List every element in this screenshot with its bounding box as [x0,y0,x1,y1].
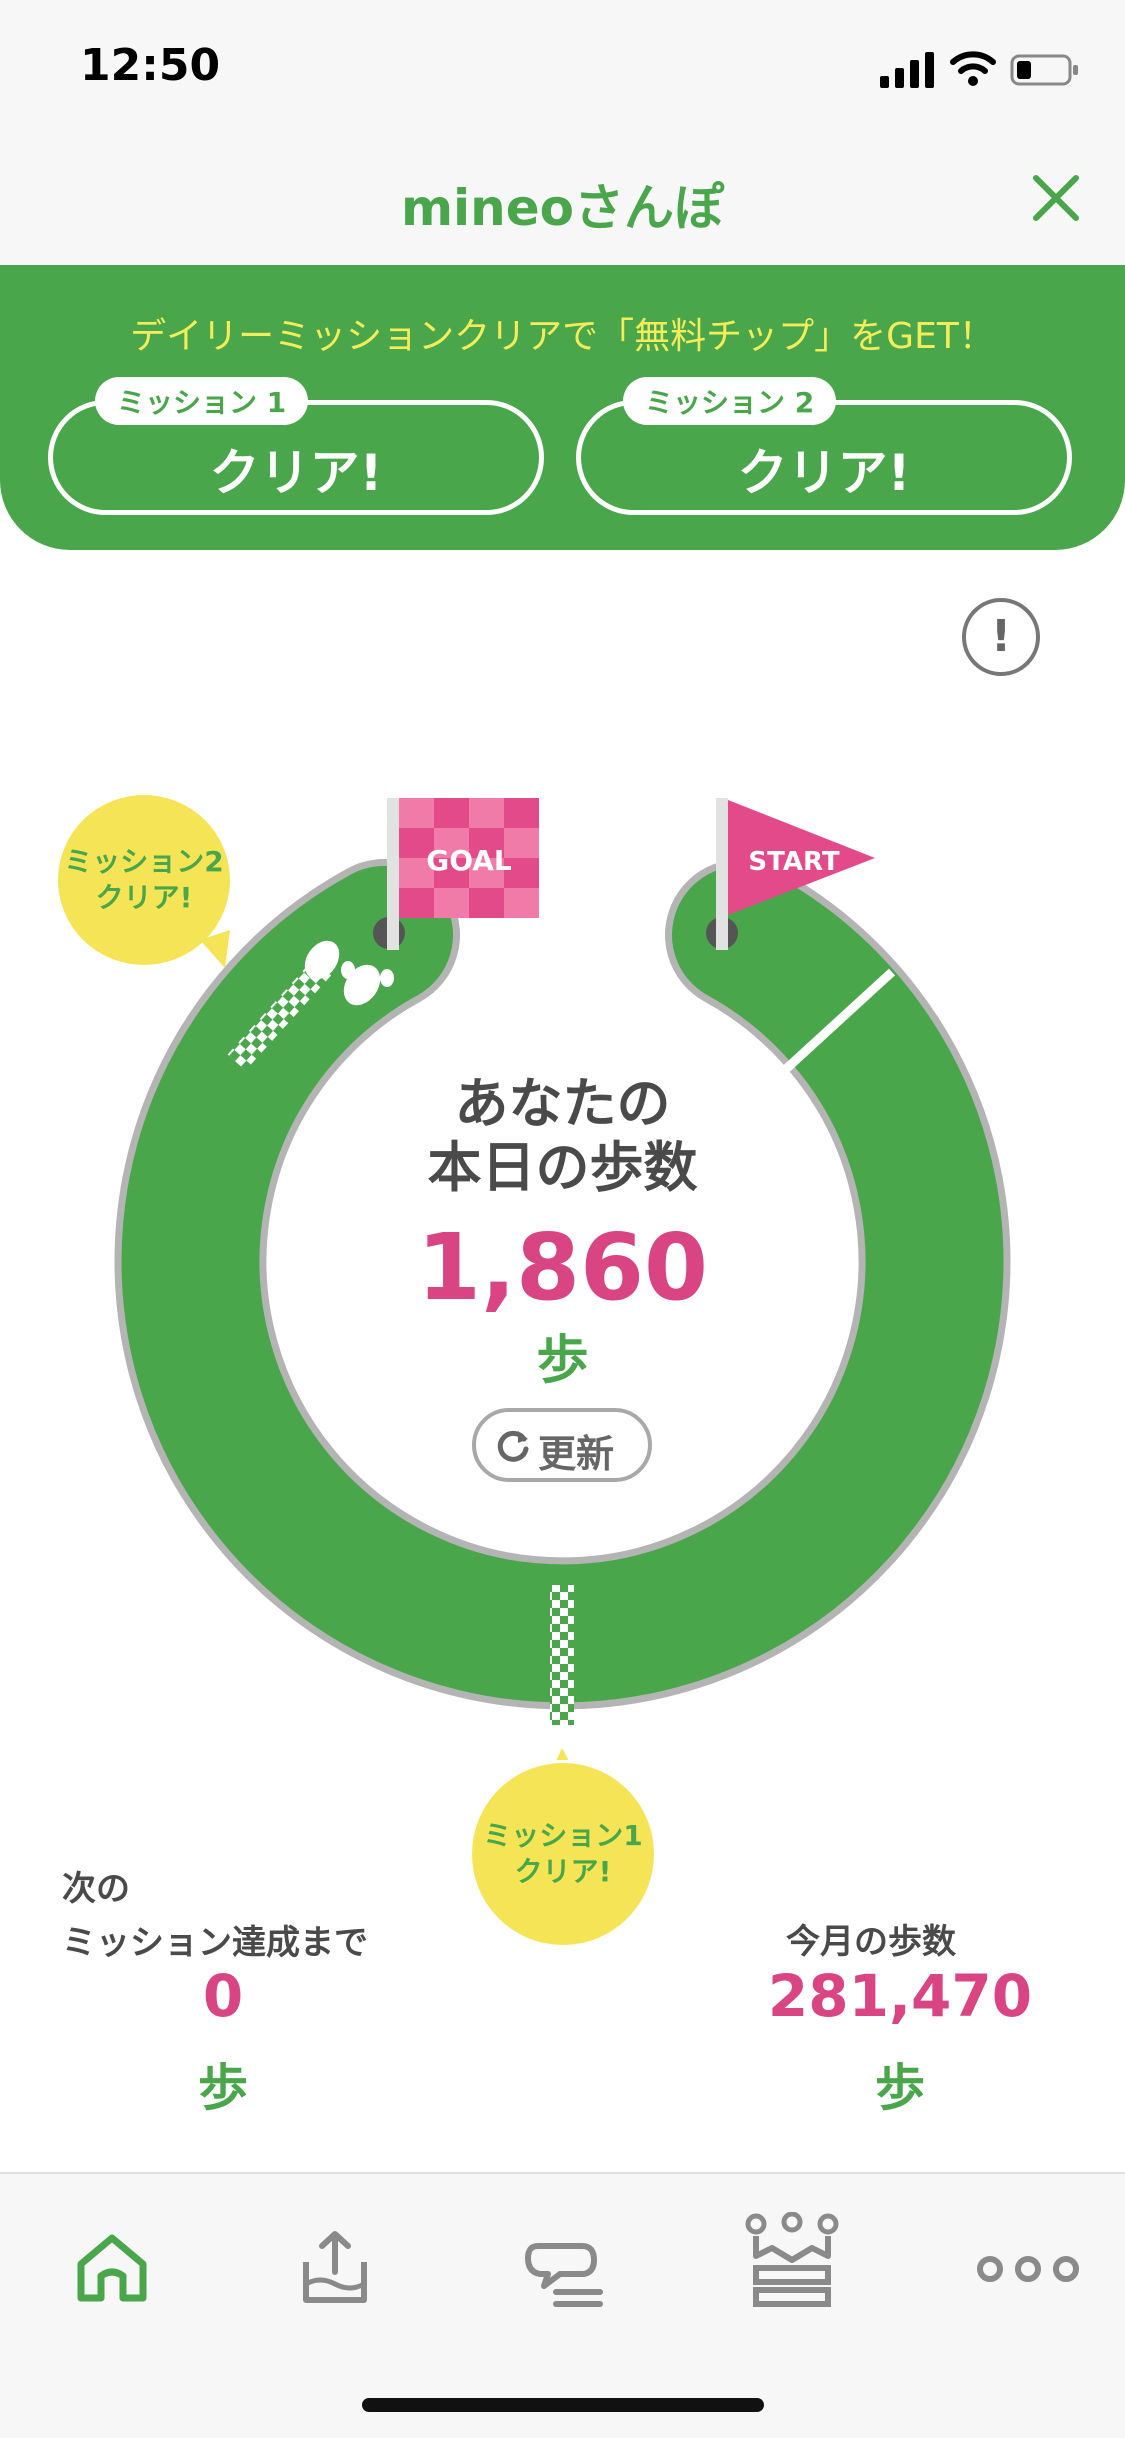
page-title: mineoさんぽ [400,179,725,237]
info-icon[interactable]: ! [962,598,1040,676]
mission2-clear-label: ミッション2 クリア! [64,845,224,914]
monthly-steps-unit: 歩 [875,2059,925,2117]
wifi-icon [950,51,996,86]
mission-banner: デイリーミッションクリアで「無料チップ」をGET！ ミッション 1 クリア! ミ… [0,265,1125,550]
chat-icon[interactable] [518,2224,608,2314]
monthly-steps-value: 281,470 [767,1962,1033,2030]
mission1-clear-label: ミッション1 クリア! [483,1819,643,1888]
next-mission-unit: 歩 [198,2059,248,2117]
status-bar: 12:50 [0,0,1125,130]
mission-2-status: クリア! [737,444,911,502]
more-icon[interactable] [968,2224,1088,2314]
mission-2-button[interactable]: ミッション 2 クリア! [576,377,1072,515]
app-header: mineoさんぽ [0,130,1125,266]
home-indicator [362,2398,764,2412]
today-steps-unit: 歩 [536,1331,589,1391]
refresh-icon [497,1430,529,1462]
close-icon[interactable] [1028,170,1084,226]
start-flag-label: START [748,847,839,877]
refresh-label: 更新 [538,1432,615,1476]
today-steps-label: あなたの 本日の歩数 [427,1072,698,1199]
clock-time: 12:50 [80,40,221,91]
mission2-clear-bubble: ミッション2 クリア! [58,795,230,965]
signal-icon [880,52,934,88]
monthly-steps-label: 今月の歩数 [786,1922,956,1962]
mission1-bubble-tail [556,1748,569,1760]
today-steps-value: 1,860 [416,1214,708,1321]
mission-1-button[interactable]: ミッション 1 クリア! [48,377,544,515]
next-mission-value: 0 [202,1962,244,2030]
mission-1-status: クリア! [209,444,383,502]
mission1-checkpoint [550,1585,574,1725]
mission-1-tag: ミッション 1 [95,377,309,425]
ranking-crown-icon[interactable] [742,2212,842,2312]
banner-text: デイリーミッションクリアで「無料チップ」をGET！ [130,316,995,357]
mission1-clear-bubble: ミッション1 クリア! [472,1763,654,1945]
battery-icon [1010,54,1078,86]
goal-flag-label: GOAL [426,844,512,877]
home-icon[interactable] [67,2224,157,2314]
upload-icon[interactable] [290,2224,380,2314]
mission-2-tag: ミッション 2 [623,377,837,425]
next-mission-label: 次の ミッション達成まで [62,1869,368,1963]
refresh-button[interactable]: 更新 [472,1408,652,1482]
